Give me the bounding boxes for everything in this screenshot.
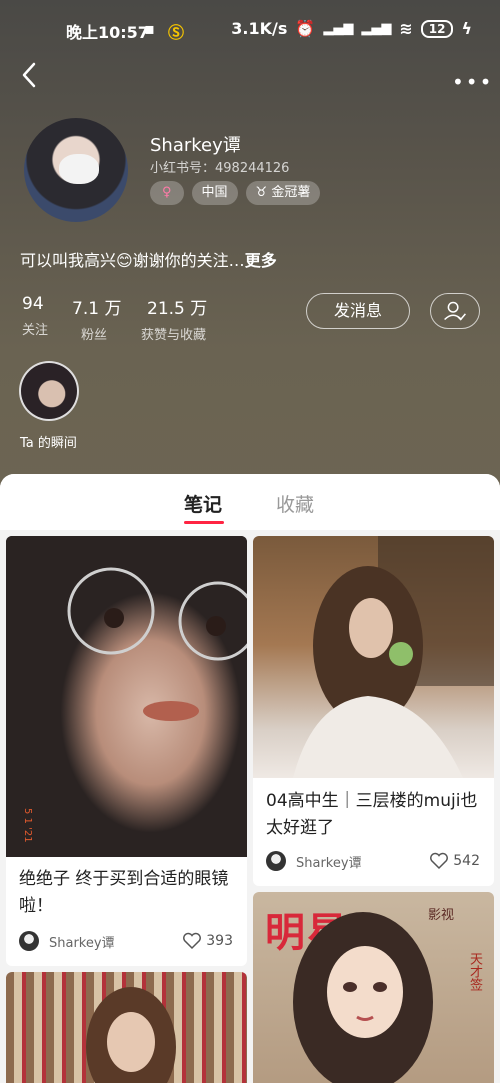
alarm-icon: ⏰ xyxy=(295,19,316,38)
stat-followers[interactable]: 7.1 万 粉丝 xyxy=(72,294,121,343)
note-cover-image xyxy=(253,536,494,778)
note-card[interactable] xyxy=(6,972,247,1083)
profile-tags: ♀ 中国 ♉︎ 金冠薯 xyxy=(150,181,321,205)
photo-date-stamp: 5 1 '21 xyxy=(22,808,33,843)
coin-icon: Ⓢ xyxy=(168,23,185,42)
red-id: 小红书号：498244126 xyxy=(150,161,290,176)
author-name[interactable]: Sharkey谭 xyxy=(296,852,362,871)
note-card[interactable]: 明星 影视 天才签 xyxy=(253,892,494,1083)
heart-icon xyxy=(430,852,449,870)
note-meta: Sharkey谭 393 xyxy=(19,931,233,951)
wifi-icon: ≋ xyxy=(399,19,413,38)
bio-more-link[interactable]: 更多 xyxy=(245,251,277,270)
follow-user-icon[interactable] xyxy=(430,293,480,329)
gender-tag: ♀ xyxy=(150,181,184,205)
profile-header: 晚上10:57 ▪︎ Ⓢ 3.1K/s ⏰ ▂▄▆ ▂▄▆ ≋ 12 ϟ •••… xyxy=(0,0,500,500)
badge-tag: ♉︎ 金冠薯 xyxy=(245,181,321,205)
message-button[interactable]: 发消息 xyxy=(306,293,410,329)
note-card[interactable]: 5 1 '21 绝绝子 终于买到合适的眼镜啦！ Sharkey谭 393 xyxy=(6,536,247,966)
tab-notes[interactable]: 笔记 xyxy=(184,490,222,517)
active-tab-indicator xyxy=(184,521,224,524)
like-count[interactable]: 542 xyxy=(429,852,480,870)
moment-label: Ta 的瞬间 xyxy=(20,436,77,451)
charging-icon: ϟ xyxy=(461,19,472,38)
more-options-icon[interactable]: ••• xyxy=(452,70,493,94)
note-meta: Sharkey谭 542 xyxy=(266,851,480,871)
note-cover-image: 明星 影视 天才签 xyxy=(253,892,494,1083)
avatar[interactable] xyxy=(24,118,128,222)
note-cover-image xyxy=(6,972,247,1083)
author-name[interactable]: Sharkey谭 xyxy=(49,932,115,951)
network-speed: 3.1K/s xyxy=(231,19,288,38)
region-tag: 中国 xyxy=(191,181,238,205)
tab-collections[interactable]: 收藏 xyxy=(276,490,314,517)
like-count[interactable]: 393 xyxy=(182,932,233,950)
signal-icon: ▂▄▆ xyxy=(323,21,354,36)
signal2-icon: ▂▄▆ xyxy=(361,21,392,36)
note-title: 04高中生｜三层楼的muji也太好逛了 xyxy=(266,791,478,838)
author-avatar[interactable] xyxy=(19,931,39,951)
tab-bar: 笔记 收藏 xyxy=(0,474,500,530)
moment-thumbnail[interactable] xyxy=(19,361,79,421)
medal-icon: ♉︎ xyxy=(255,185,272,200)
message-icon: ▪︎ xyxy=(144,19,155,38)
content-sheet: 笔记 收藏 5 1 '21 绝绝子 终于买到合适的眼镜啦！ Sharkey谭 3… xyxy=(0,474,500,1083)
status-bar: 晚上10:57 ▪︎ Ⓢ 3.1K/s ⏰ ▂▄▆ ▂▄▆ ≋ 12 ϟ xyxy=(0,0,500,58)
username: Sharkey谭 xyxy=(150,135,241,156)
note-title: 绝绝子 终于买到合适的眼镜啦！ xyxy=(19,869,229,916)
battery-icon: 12 xyxy=(420,19,454,38)
stat-likes[interactable]: 21.5 万 获赞与收藏 xyxy=(141,294,207,343)
heart-icon xyxy=(183,932,202,950)
stat-following[interactable]: 94 关注 xyxy=(22,294,48,338)
bio-text: 可以叫我高兴😊谢谢你的关注…更多 xyxy=(20,251,277,270)
note-card[interactable]: 04高中生｜三层楼的muji也太好逛了 Sharkey谭 542 xyxy=(253,536,494,886)
note-cover-image: 5 1 '21 xyxy=(6,536,247,857)
author-avatar[interactable] xyxy=(266,851,286,871)
back-arrow-icon[interactable] xyxy=(18,60,42,90)
status-time: 晚上10:57 xyxy=(66,23,149,42)
